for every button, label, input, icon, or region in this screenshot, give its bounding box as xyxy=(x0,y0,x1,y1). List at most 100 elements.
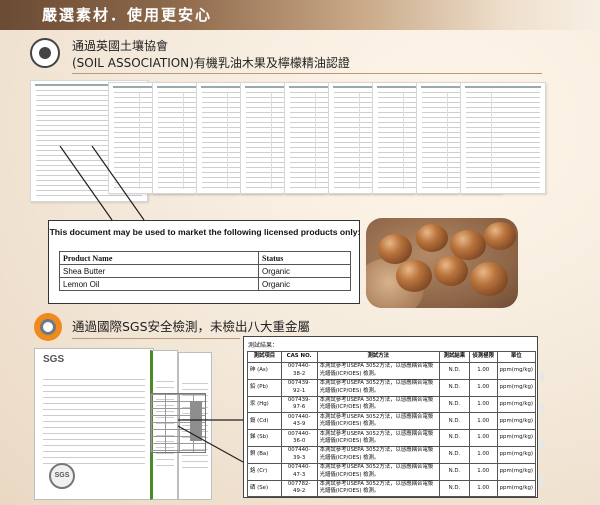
licensed-products-table: Product Name Status Shea Butter Organic … xyxy=(59,251,351,291)
soil-association-logo-icon xyxy=(30,38,60,68)
metal-name: 汞 (Hg) xyxy=(247,395,282,414)
metal-name: 硒 (Se) xyxy=(247,479,282,498)
unit: ppm(mg/kg) xyxy=(496,479,537,498)
status-cell: Organic xyxy=(258,277,351,291)
detection-limit: 1.00 xyxy=(468,462,498,481)
test-result: N.D. xyxy=(439,395,470,414)
table-row: 硒 (Se) 007782-49-2 本測試參考USEPA 3052方法，以感應… xyxy=(247,479,537,498)
unit: ppm(mg/kg) xyxy=(496,412,537,431)
table-row: 鉛 (Pb) 007439-92-1 本測試參考USEPA 3052方法，以感應… xyxy=(247,378,537,397)
product-name-cell: Shea Butter xyxy=(59,264,259,278)
unit: ppm(mg/kg) xyxy=(496,429,537,447)
table-row: 汞 (Hg) 007439-97-6 本測試參考USEPA 3052方法，以感應… xyxy=(247,395,537,414)
detection-limit: 1.00 xyxy=(468,412,498,431)
test-result: N.D. xyxy=(439,362,470,380)
soil-section-title-line2: (SOIL ASSOCIATION)有機乳油木果及檸檬精油認證 xyxy=(72,56,350,70)
sgs-certified-logo-icon xyxy=(34,313,62,341)
report-shaded-column xyxy=(190,401,202,441)
header-unit: 單位 xyxy=(496,351,537,363)
page-edge-marker xyxy=(540,404,544,414)
cas-number: 007440-43-9 xyxy=(280,412,318,431)
detection-limit: 1.00 xyxy=(468,395,498,414)
table-row: Lemon Oil Organic xyxy=(59,277,351,291)
test-result: N.D. xyxy=(439,445,470,464)
header-test-method: 測試方法 xyxy=(316,351,441,363)
shea-nut xyxy=(416,224,448,252)
header-product-name: Product Name xyxy=(59,251,259,265)
metal-name: 鉻 (Cr) xyxy=(247,462,282,481)
test-method: 本測試參考USEPA 3052方法，以感應耦合電漿光譜儀(ICP/OES) 檢測… xyxy=(316,462,441,481)
test-method: 本測試參考USEPA 3052方法，以感應耦合電漿光譜儀(ICP/OES) 檢測… xyxy=(316,445,441,464)
certificate-page-10 xyxy=(460,82,546,194)
shea-nut xyxy=(378,234,412,264)
cas-number: 007440-39-3 xyxy=(280,445,318,464)
header-status: Status xyxy=(258,251,351,265)
detection-limit: 1.00 xyxy=(468,378,498,397)
table-row: 鎘 (Cd) 007440-43-9 本測試參考USEPA 3052方法，以感應… xyxy=(247,412,537,431)
page-edge-marker xyxy=(540,440,544,450)
soil-section-title-line1: 通過英國土壤協會 xyxy=(72,39,169,53)
test-method: 本測試參考USEPA 3052方法，以感應耦合電漿光譜儀(ICP/OES) 檢測… xyxy=(316,362,441,380)
test-result: N.D. xyxy=(439,479,470,498)
top-banner: 嚴選素材．使用更安心 xyxy=(0,0,600,30)
test-result: N.D. xyxy=(439,378,470,397)
detection-limit: 1.00 xyxy=(468,479,498,498)
unit: ppm(mg/kg) xyxy=(496,445,537,464)
metal-name: 鉛 (Pb) xyxy=(247,378,282,397)
sgs-seal: SGS xyxy=(49,463,75,489)
table-row: 鉻 (Cr) 007440-47-3 本測試參考USEPA 3052方法，以感應… xyxy=(247,462,537,481)
cas-number: 007440-36-0 xyxy=(280,429,318,447)
license-callout: This document may be used to market the … xyxy=(48,220,360,304)
table-row: 砷 (As) 007440-38-2 本測試參考USEPA 3052方法，以感應… xyxy=(247,362,537,380)
table-header-row: Product Name Status xyxy=(59,251,351,265)
shea-nut xyxy=(450,230,486,260)
table-header-row: 測試項目 CAS NO. 測試方法 測試結果 偵測極限 單位 xyxy=(247,351,537,363)
cas-number: 007782-49-2 xyxy=(280,479,318,498)
shea-nut xyxy=(434,256,468,286)
shea-nut xyxy=(484,222,516,250)
metal-name: 鋇 (Ba) xyxy=(247,445,282,464)
unit: ppm(mg/kg) xyxy=(496,395,537,414)
test-method: 本測試參考USEPA 3052方法，以感應耦合電漿光譜儀(ICP/OES) 檢測… xyxy=(316,395,441,414)
heavy-metals-table: 測試項目 CAS NO. 測試方法 測試結果 偵測極限 單位 砷 (As) 00… xyxy=(247,351,537,498)
page-edge-marker xyxy=(540,372,544,382)
table-row: 鋇 (Ba) 007440-39-3 本測試參考USEPA 3052方法，以感應… xyxy=(247,445,537,464)
soil-section-divider xyxy=(72,73,542,74)
header-cas-no: CAS NO. xyxy=(280,351,318,363)
metal-name: 銻 (Sb) xyxy=(247,429,282,447)
test-result: N.D. xyxy=(439,429,470,447)
shea-nut-photo xyxy=(366,218,518,308)
detection-limit: 1.00 xyxy=(468,445,498,464)
sgs-section-title: 通過國際SGS安全檢測，未檢出八大重金屬 xyxy=(72,319,311,334)
sgs-report-page-1: SGS SGS xyxy=(34,348,154,500)
sgs-section-divider xyxy=(72,338,240,339)
metal-name: 砷 (As) xyxy=(247,362,282,380)
table-row: Shea Butter Organic xyxy=(59,264,351,278)
shea-nut xyxy=(470,262,508,296)
header-test-result: 測試結果 xyxy=(439,351,470,363)
cas-number: 007439-92-1 xyxy=(280,378,318,397)
unit: ppm(mg/kg) xyxy=(496,462,537,481)
unit: ppm(mg/kg) xyxy=(496,378,537,397)
shea-nut xyxy=(396,260,432,292)
table-row: 銻 (Sb) 007440-36-0 本測試參考USEPA 3052方法，以感應… xyxy=(247,429,537,447)
test-method: 本測試參考USEPA 3052方法，以感應耦合電漿光譜儀(ICP/OES) 檢測… xyxy=(316,429,441,447)
results-title: 測試結果： xyxy=(248,342,279,349)
header-test-item: 測試項目 xyxy=(247,351,282,363)
product-name-cell: Lemon Oil xyxy=(59,277,259,291)
test-method: 本測試參考USEPA 3052方法，以感應耦合電漿光譜儀(ICP/OES) 檢測… xyxy=(316,412,441,431)
cas-number: 007440-38-2 xyxy=(280,362,318,380)
test-result: N.D. xyxy=(439,462,470,481)
cas-number: 007439-97-6 xyxy=(280,395,318,414)
metal-name: 鎘 (Cd) xyxy=(247,412,282,431)
sgs-seal-text: SGS xyxy=(54,472,70,479)
test-method: 本測試參考USEPA 3052方法，以感應耦合電漿光譜儀(ICP/OES) 檢測… xyxy=(316,378,441,397)
heavy-metals-results: 測試結果： 測試項目 CAS NO. 測試方法 測試結果 偵測極限 單位 砷 (… xyxy=(243,336,538,498)
cas-number: 007440-47-3 xyxy=(280,462,318,481)
unit: ppm(mg/kg) xyxy=(496,362,537,380)
test-method: 本測試參考USEPA 3052方法，以感應耦合電漿光譜儀(ICP/OES) 檢測… xyxy=(316,479,441,498)
status-cell: Organic xyxy=(258,264,351,278)
test-result: N.D. xyxy=(439,412,470,431)
banner-title: 嚴選素材．使用更安心 xyxy=(42,6,213,24)
header-detection-limit: 偵測極限 xyxy=(468,351,498,363)
